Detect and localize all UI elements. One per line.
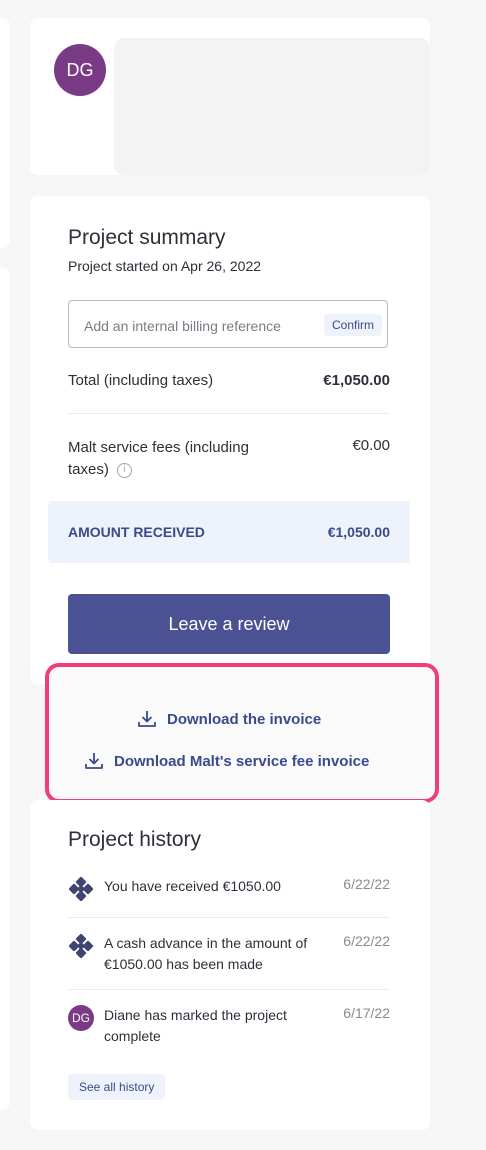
divider (68, 413, 390, 414)
leave-review-button[interactable]: Leave a review (68, 594, 390, 654)
summary-title: Project summary (68, 226, 226, 249)
history-item: DG Diane has marked the project complete… (68, 1005, 390, 1049)
project-history-card: Project history You have received €1050.… (30, 800, 430, 1130)
service-fees-label-line2: taxes) (68, 461, 109, 478)
divider (68, 917, 390, 918)
download-icon (138, 711, 156, 727)
left-edge-card-top (0, 18, 10, 248)
divider (68, 989, 390, 990)
download-invoice-link[interactable]: Download the invoice (137, 710, 321, 728)
left-edge-card-bottom (0, 268, 10, 1110)
project-start-date: Project started on Apr 26, 2022 (68, 258, 262, 274)
total-value: €1,050.00 (323, 372, 390, 389)
avatar[interactable]: DG (68, 1005, 94, 1031)
avatar[interactable]: DG (54, 44, 106, 96)
see-all-history-button[interactable]: See all history (68, 1074, 166, 1100)
download-invoice-label[interactable]: Download the invoice (167, 711, 321, 728)
history-item: A cash advance in the amount of €1050.00… (68, 933, 390, 977)
confirm-button[interactable]: Confirm (323, 314, 382, 336)
history-text: Diane has marked the project complete (104, 1007, 287, 1044)
malt-logo-icon (68, 876, 94, 902)
project-summary-card: Project summary Project started on Apr 2… (30, 196, 430, 684)
malt-logo-icon (68, 933, 94, 959)
service-fees-value: €0.00 (352, 437, 390, 454)
history-date: 6/22/22 (343, 876, 390, 892)
download-invoices-section: Download the invoice Download Malt's ser… (45, 663, 439, 803)
message-placeholder (114, 38, 430, 175)
history-date: 6/17/22 (343, 1005, 390, 1021)
info-icon[interactable]: i (116, 462, 132, 478)
amount-received-banner: AMOUNT RECEIVED €1,050.00 (48, 501, 410, 563)
freelancer-card: DG (30, 18, 430, 175)
total-label: Total (including taxes) (68, 372, 214, 389)
history-item: You have received €1050.00 6/22/22 (68, 876, 390, 906)
download-icon (85, 753, 103, 769)
billing-reference-placeholder[interactable]: Add an internal billing reference (84, 318, 281, 334)
download-fee-invoice-label[interactable]: Download Malt's service fee invoice (114, 753, 369, 770)
history-text: A cash advance in the amount of €1050.00… (104, 935, 308, 972)
history-title: Project history (68, 828, 202, 851)
history-date: 6/22/22 (343, 933, 390, 949)
history-text: You have received €1050.00 (104, 878, 281, 894)
billing-reference-field[interactable]: Add an internal billing reference Confir… (68, 300, 388, 348)
download-fee-invoice-link[interactable]: Download Malt's service fee invoice (84, 752, 369, 770)
service-fees-label: Malt service fees (including taxes) i (68, 437, 249, 481)
service-fees-label-line1: Malt service fees (including (68, 439, 249, 456)
amount-received-label: AMOUNT RECEIVED (68, 524, 205, 540)
amount-received-value: €1,050.00 (327, 524, 390, 540)
